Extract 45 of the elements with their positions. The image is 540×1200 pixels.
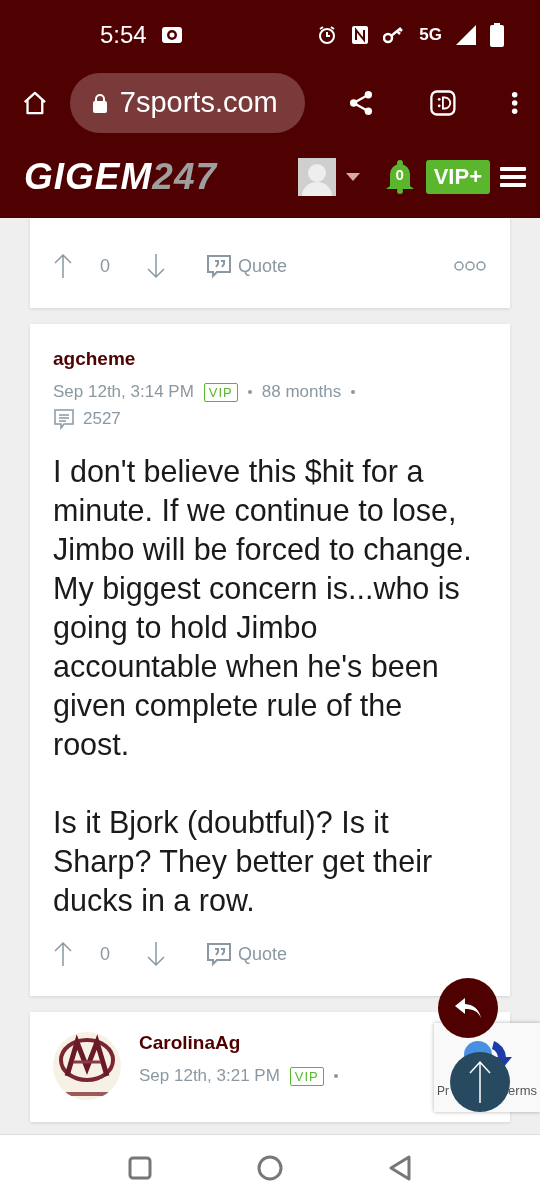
- post-time: Sep 12th, 3:14 PM: [53, 382, 194, 402]
- screen-record-icon: [160, 26, 183, 44]
- quote-icon: [206, 942, 232, 966]
- tab-switcher-icon[interactable]: [429, 88, 456, 117]
- network-type: 5G: [419, 25, 442, 45]
- author-name[interactable]: agcheme: [53, 348, 486, 370]
- battery-icon: [490, 23, 504, 47]
- author-name[interactable]: CarolinaAg: [139, 1032, 338, 1054]
- post-paragraph: Is it Bjork (doubtful)? Is it Sharp? They better get their ducks in a row.: [53, 804, 434, 919]
- clock: 5:54: [100, 21, 147, 49]
- upvote-icon[interactable]: [53, 253, 73, 279]
- vip-badge: VIP: [289, 1066, 324, 1086]
- downvote-icon[interactable]: [146, 253, 166, 279]
- separator-dot-icon: [333, 1074, 338, 1078]
- separator-dot-icon: [247, 390, 252, 394]
- recent-apps-icon[interactable]: [128, 1155, 152, 1180]
- post-paragraph: I don't believe this $hit for a minute. If we continue to lose, Jimbo will be forced to change. My biggest concern is...who is going to hold Jimbo accountable when he's been given complete rule of the roost.: [53, 453, 473, 763]
- vote-count: 0: [100, 255, 110, 277]
- nfc-icon: [351, 25, 370, 45]
- vip-badge: VIP: [203, 382, 238, 402]
- recaptcha-text[interactable]: Pr: [437, 1084, 449, 1098]
- separator-dot-icon: [351, 390, 356, 394]
- up-arrow-icon: [468, 1060, 492, 1104]
- post-count: 2527: [83, 409, 121, 429]
- avatar-icon[interactable]: [297, 157, 336, 196]
- downvote-icon[interactable]: [146, 941, 166, 967]
- site-logo[interactable]: GIGEM247: [24, 155, 218, 198]
- member-tenure: 88 months: [261, 382, 342, 402]
- address-bar[interactable]: 7sports.com: [69, 72, 305, 133]
- quote-icon: [206, 254, 232, 278]
- more-options-icon[interactable]: [510, 89, 518, 116]
- signal-icon: [456, 25, 476, 45]
- alarm-icon: [317, 25, 338, 45]
- recaptcha-text[interactable]: erms: [508, 1083, 537, 1098]
- upvote-icon[interactable]: [53, 941, 73, 967]
- post-time: Sep 12th, 3:21 PM: [139, 1066, 280, 1086]
- dropdown-caret-icon[interactable]: [345, 172, 360, 181]
- lock-icon: [91, 92, 108, 113]
- url-text: 7sports.com: [119, 86, 278, 119]
- vote-count: 0: [100, 943, 110, 965]
- menu-icon[interactable]: [500, 165, 526, 188]
- back-icon[interactable]: [388, 1154, 412, 1181]
- comment-icon: [53, 408, 75, 430]
- home-button-icon[interactable]: [257, 1154, 283, 1181]
- share-icon[interactable]: [348, 88, 373, 117]
